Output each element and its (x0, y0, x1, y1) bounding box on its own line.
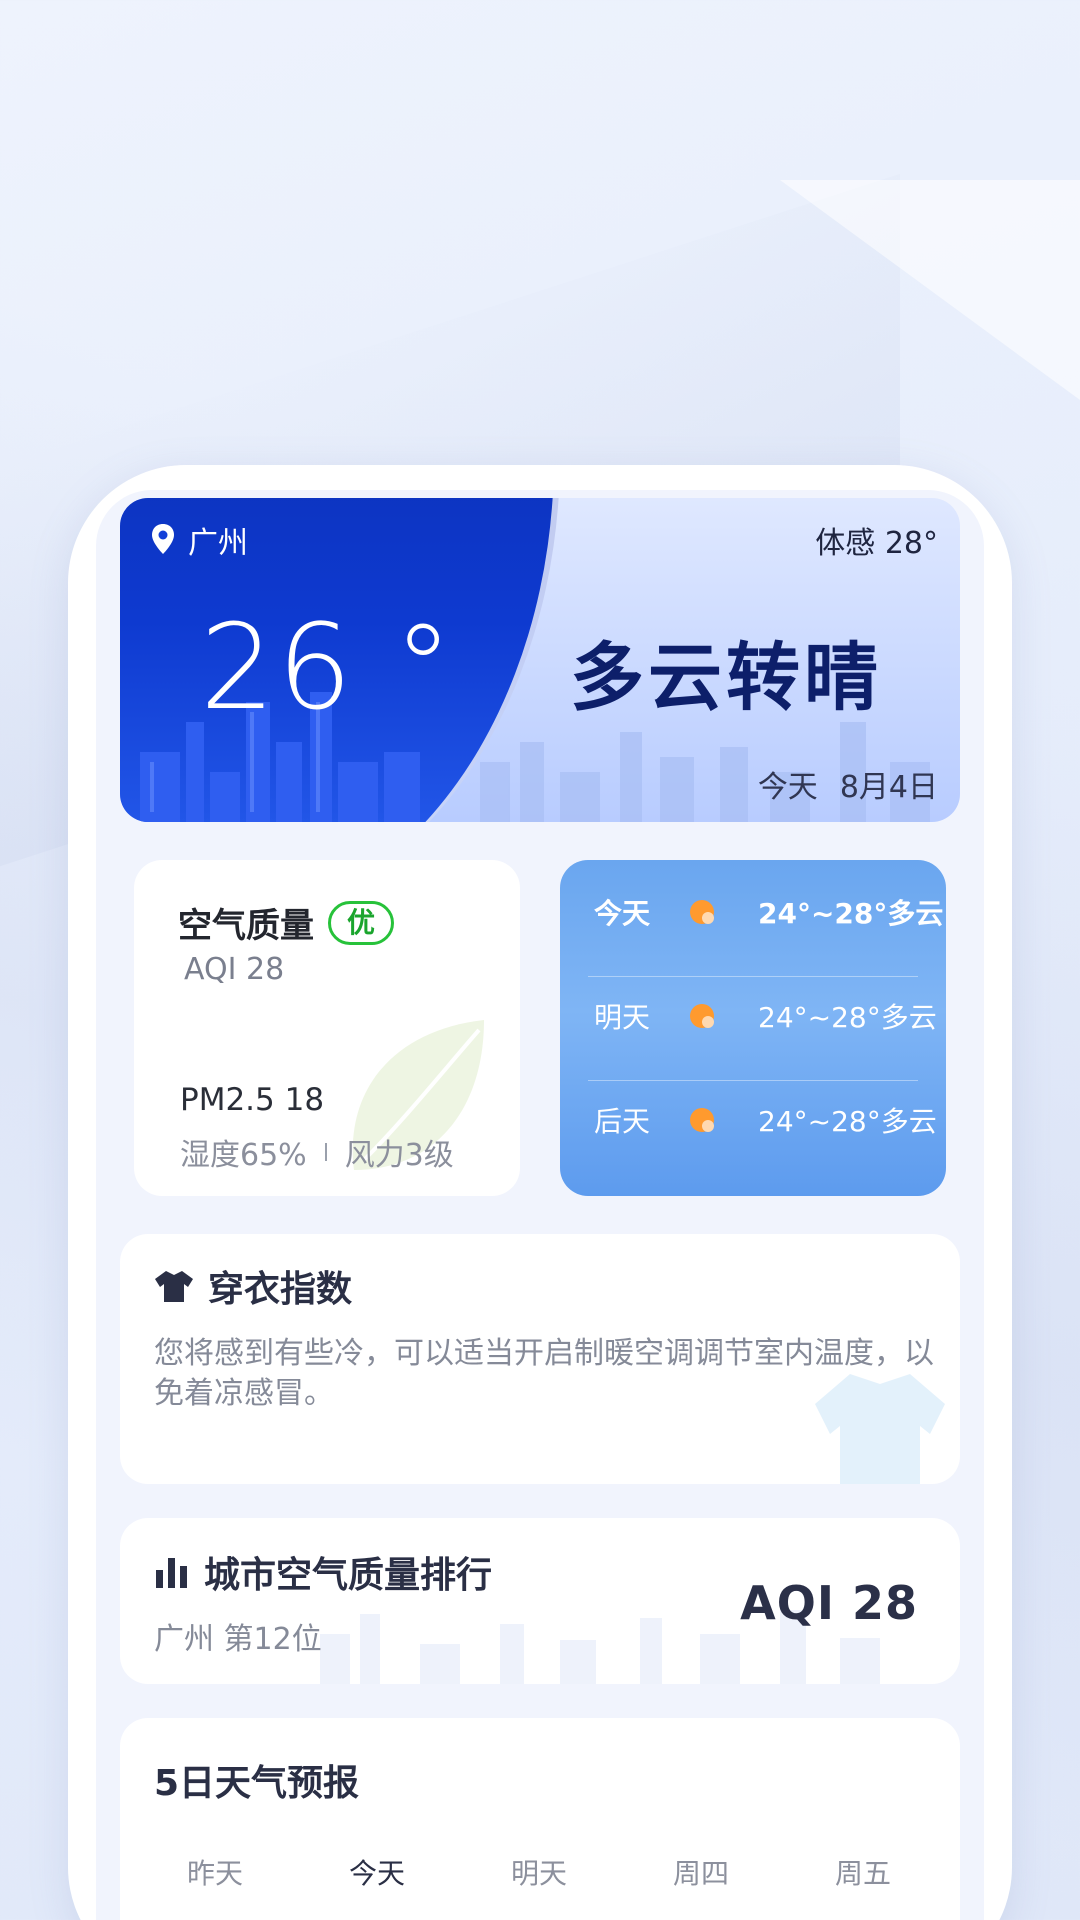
clothing-index-header: 穿衣指数 (154, 1260, 352, 1312)
five-day-forecast-card: 5日天气预报 昨天 今天 明天 周四 周五 (120, 1718, 960, 1920)
city-name: 广州 (188, 526, 248, 561)
feels-like: 体感 28° (815, 526, 938, 561)
date-value: 8月4日 (839, 770, 938, 805)
ranking-title: 城市空气质量排行 (204, 1555, 493, 1596)
five-day-tabs: 昨天 今天 明天 周四 周五 (120, 1852, 960, 1892)
wind-level: 风力3级 (344, 1138, 454, 1173)
background-plane (780, 180, 1080, 400)
clothing-index-title: 穿衣指数 (208, 1269, 353, 1310)
tab-thursday[interactable]: 周四 (620, 1852, 782, 1892)
ranking-position: 广州 第12位 (154, 1622, 322, 1657)
tab-today[interactable]: 今天 (296, 1852, 458, 1892)
divider (324, 1143, 327, 1161)
forecast-row-day-after[interactable]: 后天 24°~28°多云 (560, 1068, 946, 1172)
forecast-row-today[interactable]: 今天 24°~28°多云 (560, 860, 946, 964)
short-forecast-card[interactable]: 今天 24°~28°多云 明天 24°~28°多云 后天 24°~28°多云 (560, 860, 946, 1196)
aqi-level-badge: 优 (328, 900, 395, 945)
forecast-range: 24°~28°多云 (758, 897, 944, 930)
location[interactable]: 广州 (150, 518, 248, 562)
current-temperature: 26 ° (200, 598, 455, 736)
forecast-day: 明天 (594, 1001, 651, 1034)
humidity-wind: 湿度65% 风力3级 (180, 1130, 454, 1174)
city-ranking-card[interactable]: 城市空气质量排行 广州 第12位 AQI 28 (120, 1518, 960, 1684)
air-quality-card[interactable]: 空气质量 优 AQI 28 PM2.5 18 湿度65% 风力3级 (134, 860, 520, 1196)
location-pin-icon (152, 524, 174, 554)
date-row: 今天 8月4日 (758, 762, 938, 806)
tab-yesterday[interactable]: 昨天 (134, 1852, 296, 1892)
aqi-value: AQI 28 (184, 952, 285, 987)
forecast-day: 后天 (594, 1105, 651, 1138)
forecast-range: 24°~28°多云 (758, 1001, 937, 1034)
clothing-advice: 您将感到有些冷，可以适当开启制暖空调调节室内温度，以免着凉感冒。 (154, 1336, 934, 1411)
humidity: 湿度65% (180, 1138, 307, 1173)
app-screen: 广州 26 ° 体感 28° 多云转晴 今天 8月4日 空气质量 优 AQI 2… (96, 490, 984, 1920)
forecast-day: 今天 (594, 897, 651, 930)
partly-cloudy-icon (690, 900, 714, 924)
partly-cloudy-icon (690, 1004, 714, 1028)
forecast-range: 24°~28°多云 (758, 1105, 937, 1138)
ranking-header: 城市空气质量排行 (154, 1546, 492, 1598)
tab-tomorrow[interactable]: 明天 (458, 1852, 620, 1892)
clothing-index-card[interactable]: 穿衣指数 您将感到有些冷，可以适当开启制暖空调调节室内温度，以免着凉感冒。 (120, 1234, 960, 1484)
ranking-aqi: AQI 28 (740, 1576, 918, 1630)
tab-friday[interactable]: 周五 (782, 1852, 944, 1892)
five-day-title: 5日天气预报 (154, 1763, 360, 1804)
air-quality-title: 空气质量 优 (178, 898, 395, 947)
pm25-value: PM2.5 18 (180, 1082, 325, 1118)
air-quality-label: 空气质量 (178, 906, 314, 946)
partly-cloudy-icon (690, 1108, 714, 1132)
weather-hero: 广州 26 ° 体感 28° 多云转晴 今天 8月4日 (120, 498, 960, 822)
shirt-icon (155, 1271, 193, 1302)
date-day: 今天 (757, 770, 818, 805)
bar-chart-icon (156, 1558, 187, 1588)
forecast-row-tomorrow[interactable]: 明天 24°~28°多云 (560, 964, 946, 1068)
weather-condition: 多云转晴 (570, 635, 882, 721)
